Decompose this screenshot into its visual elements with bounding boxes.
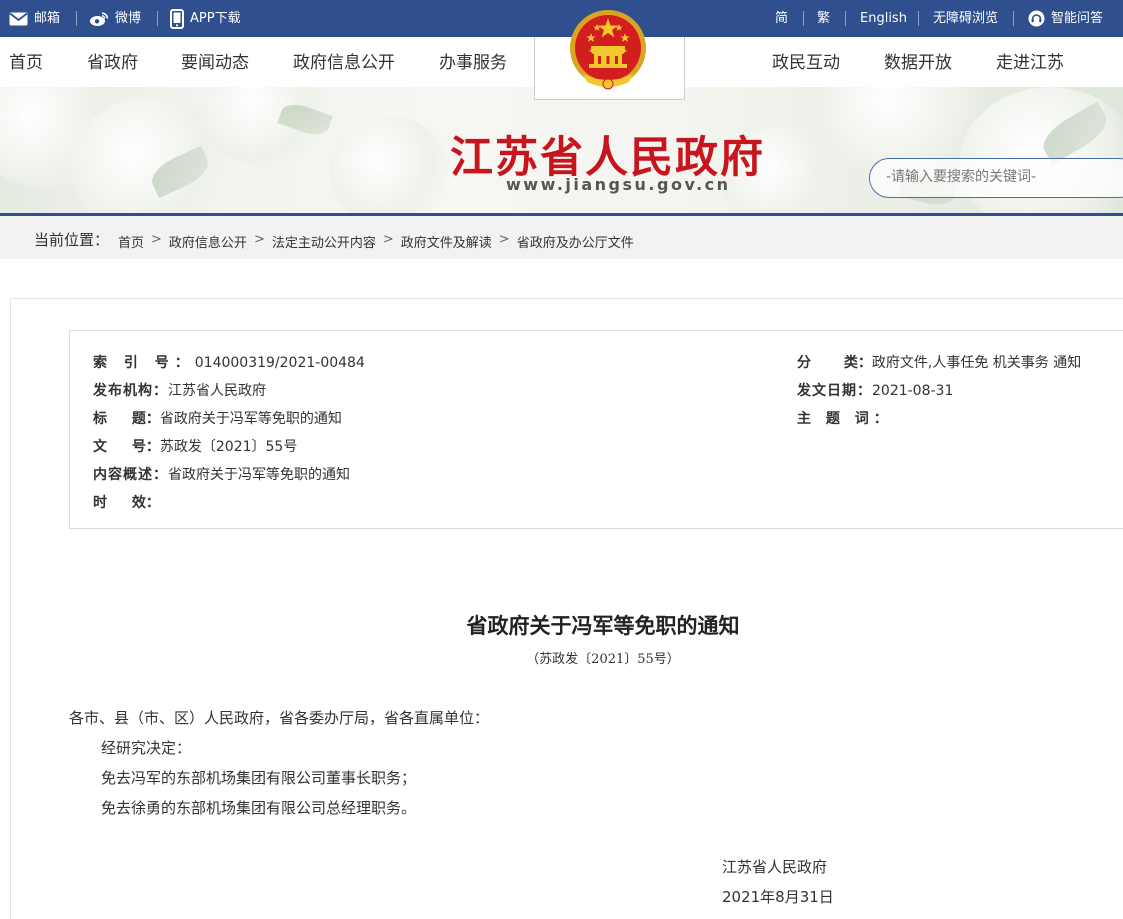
divider bbox=[76, 11, 77, 26]
breadcrumb-office-documents[interactable]: 省政府及办公厅文件 bbox=[517, 232, 634, 251]
meta-title-label: 标 题： bbox=[93, 411, 160, 427]
document-paragraph: 免去徐勇的东部机场集团有限公司总经理职务。 bbox=[101, 799, 417, 817]
nav-home[interactable]: 首页 bbox=[9, 37, 43, 87]
meta-category: 分 类：政府文件,人事任免 机关事务 通知 bbox=[797, 352, 1081, 372]
breadcrumb: 当前位置： 首页 > 政府信息公开 > 法定主动公开内容 > 政府文件及解读 >… bbox=[0, 216, 1123, 259]
divider bbox=[803, 11, 804, 26]
nav-provincial-government[interactable]: 省政府 bbox=[87, 37, 138, 87]
breadcrumb-statutory-content[interactable]: 法定主动公开内容 bbox=[272, 232, 376, 251]
meta-category-label: 分 类： bbox=[797, 355, 872, 371]
meta-date: 发文日期：2021-08-31 bbox=[797, 380, 953, 400]
document-title: 省政府关于冯军等免职的通知 bbox=[466, 613, 740, 638]
meta-docno-value: 苏政发〔2021〕55号 bbox=[159, 439, 298, 455]
document-signature: 江苏省人民政府 bbox=[722, 858, 828, 876]
meta-org: 发布机构：江苏省人民政府 bbox=[93, 380, 266, 400]
breadcrumb-sep: > bbox=[253, 232, 265, 247]
meta-summary: 内容概述：省政府关于冯军等免职的通知 bbox=[93, 464, 350, 484]
meta-index-label: 索 引 号： bbox=[93, 355, 195, 371]
meta-topic: 主 题 词： bbox=[797, 408, 893, 428]
breadcrumb-sep: > bbox=[498, 232, 510, 247]
breadcrumb-sep: > bbox=[151, 232, 162, 247]
site-banner: 江苏省人民政府 www.jiangsu.gov.cn -请输入要搜索的关键词- bbox=[0, 87, 1123, 215]
top-bar: 邮箱 微博 APP下载 简 繁 English 无障碍浏览 智能问答 bbox=[0, 0, 1123, 37]
breadcrumb-gov-documents[interactable]: 政府文件及解读 bbox=[401, 232, 492, 251]
nav-services[interactable]: 办事服务 bbox=[439, 37, 507, 87]
document-date: 2021年8月31日 bbox=[722, 888, 834, 906]
site-url: www.jiangsu.gov.cn bbox=[506, 175, 731, 194]
weibo-icon bbox=[89, 11, 109, 27]
divider bbox=[918, 11, 919, 26]
accessible-browse-link[interactable]: 无障碍浏览 bbox=[933, 0, 998, 37]
meta-org-value: 江苏省人民政府 bbox=[168, 383, 266, 399]
nav-news[interactable]: 要闻动态 bbox=[181, 37, 249, 87]
divider bbox=[157, 11, 158, 26]
simplified-link[interactable]: 简 bbox=[775, 0, 788, 37]
simplified-label: 简 bbox=[775, 11, 789, 26]
flower-decoration bbox=[330, 117, 450, 215]
breadcrumb-home[interactable]: 首页 bbox=[118, 232, 144, 251]
document-salutation: 各市、县（市、区）人民政府，省各委办厅局，省各直属单位： bbox=[69, 709, 490, 727]
traditional-label: 繁 bbox=[817, 11, 831, 26]
smart-qa-label: 智能问答 bbox=[1051, 11, 1104, 26]
headset-icon bbox=[1028, 10, 1045, 27]
nav-info-disclosure[interactable]: 政府信息公开 bbox=[293, 37, 395, 87]
divider bbox=[1013, 11, 1014, 26]
mail-icon bbox=[9, 12, 28, 26]
document-number: （苏政发〔2021〕55号） bbox=[526, 652, 680, 667]
meta-validity-label: 时 效： bbox=[93, 495, 160, 511]
meta-category-value: 政府文件,人事任免 机关事务 通知 bbox=[871, 355, 1082, 371]
smart-qa-link[interactable]: 智能问答 bbox=[1028, 0, 1103, 37]
meta-docno-label: 文 号： bbox=[93, 439, 160, 455]
mail-link[interactable]: 邮箱 bbox=[9, 0, 60, 37]
nav-interaction[interactable]: 政民互动 bbox=[772, 37, 840, 87]
meta-title: 标 题：省政府关于冯军等免职的通知 bbox=[93, 408, 342, 428]
breadcrumb-label: 当前位置： bbox=[34, 231, 110, 249]
nav-about-jiangsu[interactable]: 走进江苏 bbox=[996, 37, 1064, 87]
meta-index: 索 引 号：014000319/2021-00484 bbox=[93, 352, 365, 372]
breadcrumb-sep: > bbox=[382, 232, 394, 247]
breadcrumb-info-disclosure[interactable]: 政府信息公开 bbox=[169, 232, 247, 251]
english-label: English bbox=[860, 11, 907, 26]
document-paragraph: 经研究决定： bbox=[101, 739, 192, 757]
weibo-link[interactable]: 微博 bbox=[89, 0, 141, 37]
phone-icon bbox=[170, 8, 184, 29]
divider bbox=[845, 11, 846, 26]
meta-topic-label: 主 题 词： bbox=[797, 411, 893, 427]
meta-docno: 文 号：苏政发〔2021〕55号 bbox=[93, 436, 297, 456]
app-download-label: APP下载 bbox=[190, 11, 241, 26]
meta-org-label: 发布机构： bbox=[93, 383, 168, 399]
meta-date-value: 2021-08-31 bbox=[872, 383, 954, 399]
meta-summary-label: 内容概述： bbox=[93, 467, 168, 483]
meta-summary-value: 省政府关于冯军等免职的通知 bbox=[168, 467, 350, 483]
search-input[interactable]: -请输入要搜索的关键词- bbox=[869, 158, 1123, 198]
accessible-label: 无障碍浏览 bbox=[933, 11, 999, 26]
english-link[interactable]: English bbox=[860, 0, 907, 37]
nav-open-data[interactable]: 数据开放 bbox=[884, 37, 952, 87]
document-paragraph: 免去冯军的东部机场集团有限公司董事长职务； bbox=[101, 769, 417, 787]
meta-validity: 时 效： bbox=[93, 492, 160, 512]
national-emblem-icon[interactable] bbox=[567, 8, 649, 94]
app-download-link[interactable]: APP下载 bbox=[170, 0, 241, 37]
mail-label: 邮箱 bbox=[34, 11, 61, 26]
meta-title-value: 省政府关于冯军等免职的通知 bbox=[159, 411, 342, 427]
meta-date-label: 发文日期： bbox=[797, 383, 872, 399]
weibo-label: 微博 bbox=[115, 11, 142, 26]
traditional-link[interactable]: 繁 bbox=[817, 0, 830, 37]
meta-index-value: 014000319/2021-00484 bbox=[194, 355, 365, 371]
